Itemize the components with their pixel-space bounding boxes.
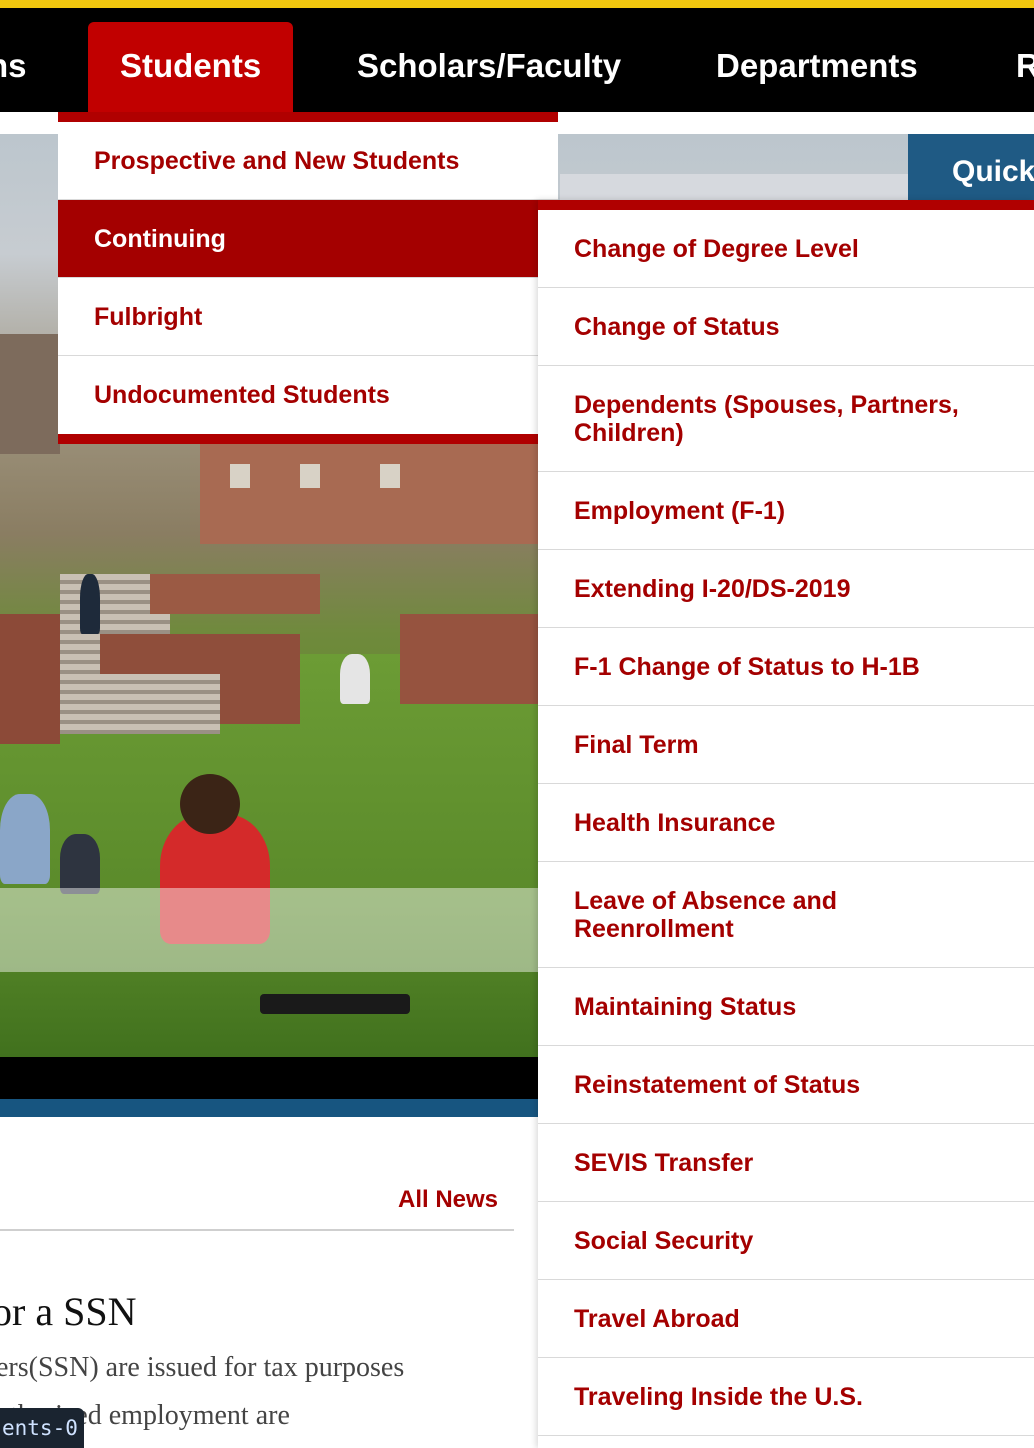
nav-item-truncated-left[interactable]: ns: [0, 22, 27, 112]
news-divider: [0, 1229, 514, 1231]
nav-item-scholars-faculty[interactable]: Scholars/Faculty: [357, 22, 621, 112]
submenu-item-change-of-degree-level[interactable]: Change of Degree Level: [538, 210, 1034, 288]
menu-item-prospective-new-students[interactable]: Prospective and New Students: [58, 122, 558, 200]
submenu-item-sevis-transfer[interactable]: SEVIS Transfer: [538, 1124, 1034, 1202]
menu-item-fulbright[interactable]: Fulbright: [58, 278, 558, 356]
submenu-item-f1-change-to-h1b[interactable]: F-1 Change of Status to H-1B: [538, 628, 1034, 706]
submenu-item-health-insurance[interactable]: Health Insurance: [538, 784, 1034, 862]
submenu-item-dependents[interactable]: Dependents (Spouses, Partners, Children): [538, 366, 1034, 472]
submenu-item-final-term[interactable]: Final Term: [538, 706, 1034, 784]
submenu-item-maintaining-status[interactable]: Maintaining Status: [538, 968, 1034, 1046]
menu-item-undocumented-students[interactable]: Undocumented Students: [58, 356, 558, 434]
submenu-item-reinstatement-of-status[interactable]: Reinstatement of Status: [538, 1046, 1034, 1124]
main-nav: ns Students Scholars/Faculty Departments…: [0, 8, 1034, 112]
quick-links-button[interactable]: Quick: [908, 134, 1034, 200]
hero-caption-bar: [0, 1057, 540, 1099]
top-accent-line: [0, 0, 1034, 8]
submenu-item-social-security[interactable]: Social Security: [538, 1202, 1034, 1280]
debug-element-badge: ents-0: [0, 1408, 84, 1448]
nav-item-truncated-right[interactable]: R: [1016, 22, 1034, 112]
students-dropdown: Prospective and New Students Continuing …: [58, 112, 558, 444]
nav-item-students[interactable]: Students: [88, 22, 294, 112]
submenu-item-leave-of-absence[interactable]: Leave of Absence and Reenrollment: [538, 862, 1034, 968]
submenu-item-employment-f1[interactable]: Employment (F-1): [538, 472, 1034, 550]
nav-item-departments[interactable]: Departments: [716, 22, 918, 112]
submenu-item-change-of-status[interactable]: Change of Status: [538, 288, 1034, 366]
submenu-item-travel-abroad[interactable]: Travel Abroad: [538, 1280, 1034, 1358]
submenu-item-extending-i20-ds2019[interactable]: Extending I-20/DS-2019: [538, 550, 1034, 628]
blue-divider: [0, 1099, 540, 1117]
all-news-link[interactable]: All News: [398, 1186, 498, 1214]
news-excerpt-line-1: ers(SSN) are issued for tax purposes: [0, 1352, 405, 1383]
continuing-submenu: Change of Degree Level Change of Status …: [538, 200, 1034, 1448]
news-headline[interactable]: or a SSN: [0, 1288, 136, 1335]
menu-item-continuing[interactable]: Continuing: [58, 200, 558, 278]
submenu-item-traveling-inside-us[interactable]: Traveling Inside the U.S.: [538, 1358, 1034, 1436]
